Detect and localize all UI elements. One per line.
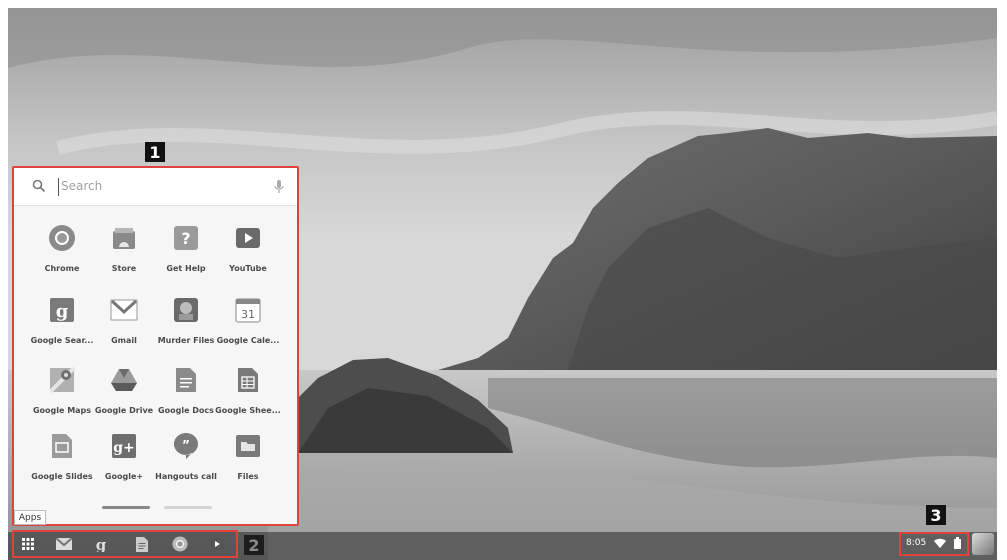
app-files[interactable]: Files bbox=[216, 432, 280, 492]
maps-icon bbox=[48, 366, 76, 394]
app-hangouts-call[interactable]: ” Hangouts call bbox=[154, 432, 218, 492]
app-label: Google Cale... bbox=[216, 336, 280, 345]
app-label: Files bbox=[237, 472, 259, 481]
search-icon bbox=[32, 179, 46, 193]
google-search-icon: g bbox=[48, 296, 76, 324]
app-get-help[interactable]: ? Get Help bbox=[154, 224, 218, 284]
hangouts-icon: ” bbox=[172, 432, 200, 460]
sheets-icon bbox=[234, 366, 262, 394]
svg-text:g: g bbox=[56, 301, 69, 322]
app-chrome[interactable]: Chrome bbox=[30, 224, 94, 284]
google-search-icon[interactable]: g bbox=[93, 536, 109, 552]
svg-text:”: ” bbox=[182, 438, 190, 452]
clock[interactable]: 8:05 bbox=[906, 538, 926, 548]
help-icon: ? bbox=[172, 224, 200, 252]
app-label: YouTube bbox=[229, 264, 267, 273]
calendar-glyph: 31 bbox=[241, 308, 255, 321]
files-icon bbox=[234, 432, 262, 460]
app-label: Google Shee... bbox=[215, 406, 281, 415]
app-google-search[interactable]: g Google Sear... bbox=[30, 296, 94, 356]
launcher-icon[interactable] bbox=[20, 536, 36, 552]
google-plus-icon: g+ bbox=[110, 432, 138, 460]
app-google-plus[interactable]: g+ Google+ bbox=[92, 432, 156, 492]
app-store[interactable]: Store bbox=[92, 224, 156, 284]
docs-icon[interactable] bbox=[134, 536, 150, 552]
apps-tooltip: Apps bbox=[14, 510, 46, 525]
shelf-apps-highlight bbox=[12, 530, 238, 558]
gmail-icon bbox=[110, 296, 138, 324]
search-input[interactable]: Search bbox=[61, 179, 102, 193]
callout-3: 3 bbox=[926, 505, 946, 525]
svg-text:g: g bbox=[96, 536, 107, 552]
app-google-docs[interactable]: Google Docs bbox=[154, 366, 218, 426]
slides-icon bbox=[48, 432, 76, 460]
app-google-slides[interactable]: Google Slides bbox=[30, 432, 94, 492]
youtube-icon bbox=[234, 224, 262, 252]
microphone-icon[interactable] bbox=[274, 179, 284, 195]
svg-text:?: ? bbox=[181, 229, 190, 248]
gmail-icon[interactable] bbox=[56, 536, 72, 552]
text-cursor bbox=[58, 178, 59, 196]
app-google-sheets[interactable]: Google Shee... bbox=[215, 366, 281, 426]
app-launcher: Search Chrome Store ? Get Help YouTube g… bbox=[12, 166, 299, 526]
youtube-icon[interactable] bbox=[209, 536, 225, 552]
search-box[interactable]: Search bbox=[14, 168, 297, 206]
page-indicator-1[interactable] bbox=[102, 506, 150, 509]
app-google-maps[interactable]: Google Maps bbox=[30, 366, 94, 426]
app-murder-files[interactable]: Murder Files bbox=[154, 296, 218, 356]
page-indicator-2[interactable] bbox=[164, 506, 212, 509]
app-google-calendar[interactable]: 31 Google Cale... bbox=[216, 296, 280, 356]
calendar-icon: 31 bbox=[234, 296, 262, 324]
battery-icon bbox=[954, 537, 961, 549]
user-avatar[interactable] bbox=[972, 533, 994, 555]
app-google-drive[interactable]: Google Drive bbox=[92, 366, 156, 426]
docs-icon bbox=[172, 366, 200, 394]
callout-1: 1 bbox=[145, 142, 165, 162]
app-youtube[interactable]: YouTube bbox=[216, 224, 280, 284]
app-gmail[interactable]: Gmail bbox=[92, 296, 156, 356]
chrome-icon bbox=[48, 224, 76, 252]
chrome-icon[interactable] bbox=[172, 536, 188, 552]
store-icon bbox=[110, 224, 138, 252]
wifi-icon bbox=[934, 538, 946, 548]
drive-icon bbox=[110, 366, 138, 394]
google-plus-glyph: g+ bbox=[113, 440, 135, 456]
murder-files-icon bbox=[172, 296, 200, 324]
